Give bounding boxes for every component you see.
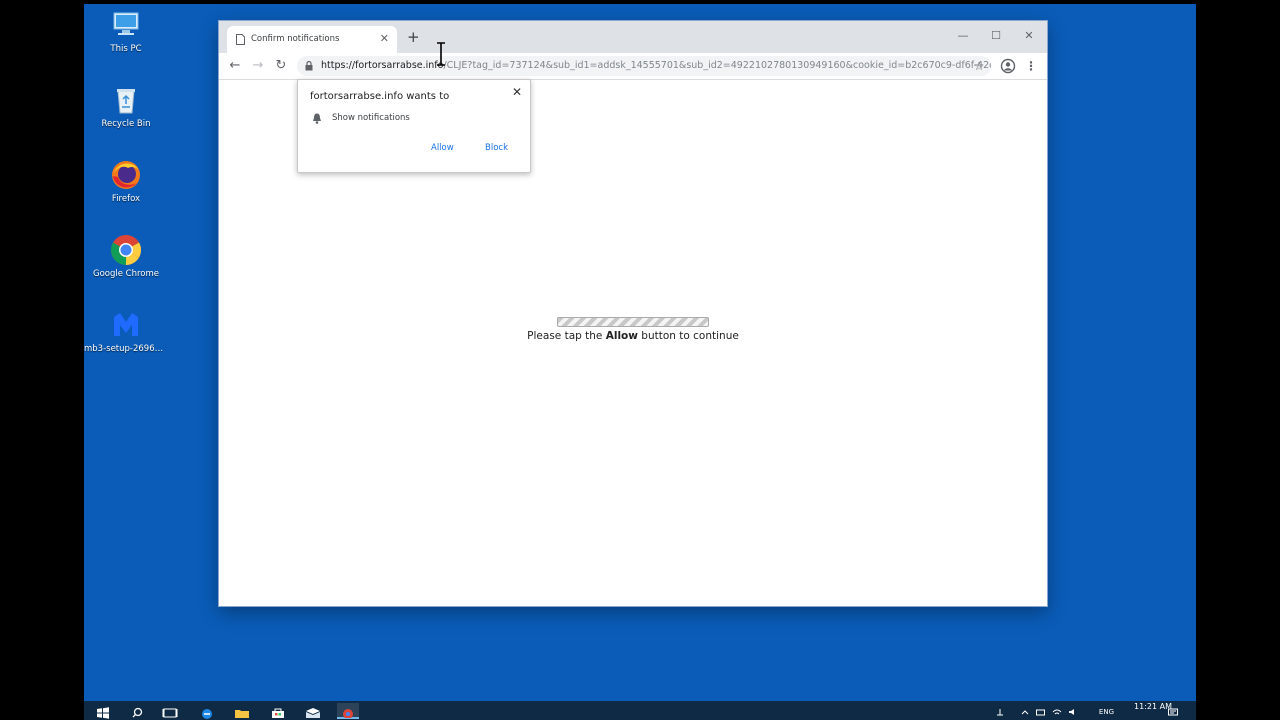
message-text: button to continue xyxy=(637,330,739,342)
message-allow-emphasis: Allow xyxy=(605,330,638,342)
minimize-icon[interactable]: — xyxy=(948,27,978,45)
desktop-icon-firefox[interactable]: Firefox xyxy=(84,158,168,205)
desktop-icon-label: mb3-setup-26964.2... xyxy=(84,344,168,354)
chrome-window: Confirm notifications ✕ + — ☐ ✕ ← → ↻ ht… xyxy=(219,21,1047,606)
close-icon[interactable]: ✕ xyxy=(512,85,522,99)
block-button[interactable]: Block xyxy=(479,140,514,156)
browser-toolbar: ← → ↻ https://fortorsarrabse.info/CLJE?t… xyxy=(219,53,1047,80)
forward-arrow-icon[interactable]: → xyxy=(250,58,266,74)
desktop-icon-label: Firefox xyxy=(111,194,141,204)
url-text: https://fortorsarrabse.info/CLJE?tag_id=… xyxy=(321,56,991,76)
taskbar-chrome-active[interactable] xyxy=(337,703,359,719)
action-center-icon[interactable] xyxy=(1168,708,1178,716)
task-view-icon[interactable] xyxy=(159,703,181,719)
chrome-icon xyxy=(343,709,353,719)
maximize-icon[interactable]: ☐ xyxy=(981,27,1011,45)
edge-icon[interactable] xyxy=(196,703,218,719)
text-cursor-icon xyxy=(437,42,445,66)
chrome-icon xyxy=(110,235,142,265)
wifi-icon[interactable] xyxy=(1052,708,1062,716)
volume-icon[interactable] xyxy=(1068,708,1078,716)
window-close-icon[interactable]: ✕ xyxy=(1014,27,1044,45)
tab-title: Confirm notifications xyxy=(251,34,340,44)
mail-icon[interactable] xyxy=(302,703,324,719)
url-path: /CLJE?tag_id=737124&sub_id1=addsk_145557… xyxy=(443,60,991,71)
network-icon[interactable] xyxy=(995,708,1005,716)
permission-title: fortorsarrabse.info wants to xyxy=(310,91,450,102)
bell-icon xyxy=(313,113,321,124)
file-explorer-icon[interactable] xyxy=(231,703,253,719)
continue-message: Please tap the Allow button to continue xyxy=(219,330,1047,342)
desktop: This PC Recycle Bin Firefox Google Chrom… xyxy=(84,4,1196,720)
recycle-bin-icon xyxy=(117,89,135,114)
clock[interactable]: 11:21 AM xyxy=(1134,702,1172,711)
language-indicator[interactable]: ENG xyxy=(1099,708,1114,716)
chevron-up-icon[interactable] xyxy=(1020,708,1030,716)
store-icon[interactable] xyxy=(267,703,289,719)
allow-button[interactable]: Allow xyxy=(425,140,460,156)
desktop-icon-label: Recycle Bin xyxy=(101,119,151,129)
url-host: https://fortorsarrabse.info xyxy=(321,60,444,71)
notification-permission-prompt: fortorsarrabse.info wants to ✕ Show noti… xyxy=(297,79,531,173)
desktop-icon-recycle-bin[interactable]: Recycle Bin xyxy=(84,83,168,130)
desktop-icon-label: This PC xyxy=(110,44,142,54)
new-tab-icon[interactable]: + xyxy=(407,29,420,45)
close-icon[interactable]: ✕ xyxy=(380,32,389,45)
lock-icon xyxy=(305,61,313,71)
reload-icon[interactable]: ↻ xyxy=(273,58,289,74)
menu-kebab-icon[interactable]: ⋮ xyxy=(1023,58,1039,74)
loading-progress-bar xyxy=(557,317,709,327)
desktop-icon-google-chrome[interactable]: Google Chrome xyxy=(84,233,168,280)
page-icon xyxy=(236,34,245,45)
tab-strip: Confirm notifications ✕ + — ☐ ✕ xyxy=(219,21,1047,53)
desktop-icon-label: Google Chrome xyxy=(92,269,160,279)
malwarebytes-icon xyxy=(114,313,138,336)
address-bar[interactable]: https://fortorsarrabse.info/CLJE?tag_id=… xyxy=(297,56,991,76)
desktop-icon-mb3-setup[interactable]: mb3-setup-26964.2... xyxy=(84,308,168,355)
windows-start-icon[interactable] xyxy=(92,703,114,719)
desktop-icon-this-pc[interactable]: This PC xyxy=(84,8,168,55)
profile-icon[interactable] xyxy=(1000,58,1016,74)
permission-item: Show notifications xyxy=(332,113,410,123)
search-icon[interactable] xyxy=(127,703,149,719)
tab-confirm-notifications[interactable]: Confirm notifications ✕ xyxy=(227,26,397,53)
taskbar: ENG 11:21 AM xyxy=(84,701,1196,720)
firefox-icon xyxy=(112,161,140,189)
message-text: Please tap the xyxy=(527,330,606,342)
bookmark-star-icon[interactable]: ☆ xyxy=(971,58,987,74)
back-arrow-icon[interactable]: ← xyxy=(227,58,243,74)
computer-icon xyxy=(113,12,139,35)
battery-icon[interactable] xyxy=(1036,708,1046,716)
